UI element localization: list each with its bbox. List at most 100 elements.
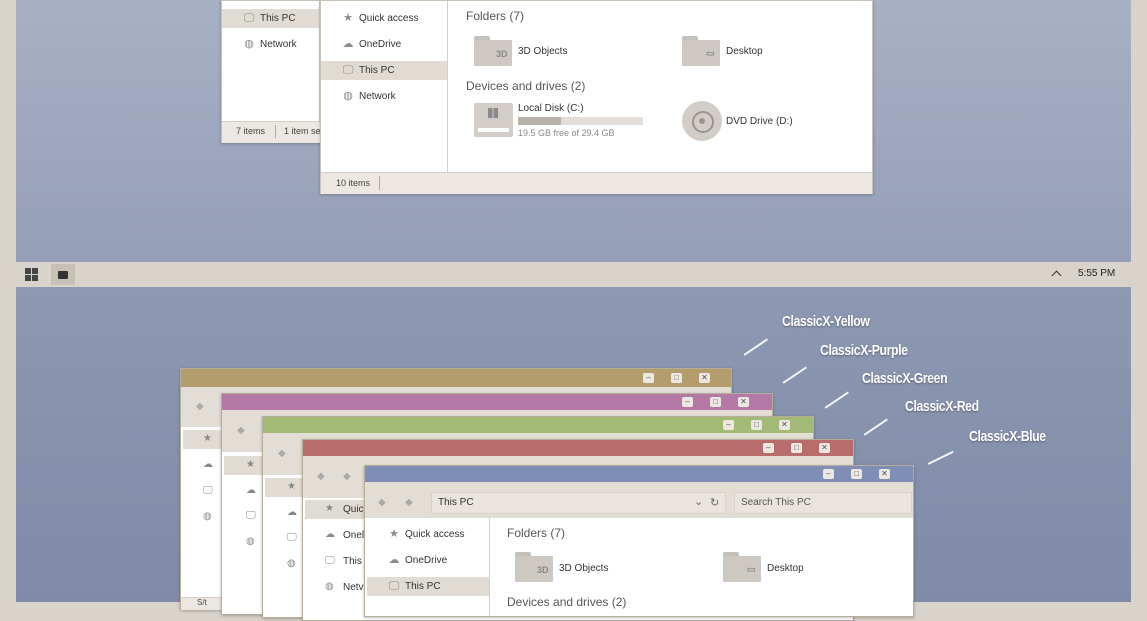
cloud-icon[interactable]: ☁ [246,485,256,496]
folder-icon [58,271,68,279]
nav-item-onedrive[interactable]: ☁ Onel [305,526,365,545]
star-icon: ★ [343,12,353,24]
navigation-pane: ★ Quic ☁ Onel 🖵 This ◍ Netv [305,498,366,618]
title-bar: – □ ✕ [303,440,853,456]
devices-heading: Devices and drives (2) [466,79,586,93]
navigation-pane: ★ Quick access ☁ OneDrive 🖵 This PC [367,518,490,616]
nav-item-quick-access[interactable]: ★ [183,430,221,449]
drive-c-icon[interactable] [474,103,513,137]
search-input[interactable]: Search This PC [734,492,912,514]
back-arrow-icon[interactable]: ◆ [317,471,325,482]
back-arrow-icon[interactable]: ◆ [378,497,386,508]
maximize-button[interactable]: □ [751,420,762,430]
title-bar: – □ ✕ [365,466,913,482]
address-text: This PC [438,497,474,508]
scheme-label-yellow: ClassicX-Yellow [782,313,870,330]
taskbar-explorer-button[interactable] [51,264,75,285]
devices-heading: Devices and drives (2) [507,595,627,609]
cloud-icon: ☁ [325,529,335,540]
close-button[interactable]: ✕ [738,397,749,407]
nav-item-quick-access[interactable]: ★ [265,478,303,497]
nav-item-this-pc[interactable]: 🖵 This PC [367,577,489,596]
title-bar: – □ ✕ [222,394,772,410]
start-button[interactable] [16,262,46,287]
star-icon: ★ [203,433,212,444]
minimize-button[interactable]: – [823,469,834,479]
windows-logo-icon [25,268,38,281]
back-arrow-icon[interactable]: ◆ [196,401,204,412]
nav-item-network[interactable]: ◍ Network [321,87,447,106]
show-hidden-icons-chevron-icon[interactable] [1051,268,1063,281]
back-arrow-icon[interactable]: ◆ [278,448,286,459]
network-icon[interactable]: ◍ [287,558,296,569]
item-count: 7 items [236,126,266,136]
folders-heading: Folders (7) [507,526,566,540]
dvd-drive-label[interactable]: DVD Drive (D:) [726,116,793,127]
cloud-icon[interactable]: ☁ [287,507,297,518]
nav-item-quick-access[interactable]: ★ Quic [305,500,365,519]
nav-item-onedrive[interactable]: ☁ OneDrive [367,551,489,570]
refresh-icon[interactable]: ↻ [710,496,719,509]
scheme-label-red: ClassicX-Red [905,398,979,415]
nav-item-quick-access[interactable]: ★ [224,456,262,475]
title-bar: – □ ✕ [263,417,813,433]
minimize-button[interactable]: – [763,443,774,453]
nav-item-quick-access[interactable]: ★ Quick access [367,525,489,544]
forward-arrow-icon[interactable]: ◆ [405,497,413,508]
star-icon: ★ [325,503,334,514]
cloud-icon[interactable]: ☁ [203,459,213,470]
clock[interactable]: 5:55 PM [1078,268,1115,279]
nav-item-quick-access[interactable]: ★ Quick access [321,9,447,28]
windows-logo-icon [488,108,498,118]
folder-desktop-label[interactable]: Desktop [767,563,804,574]
address-bar[interactable]: This PC ⌄ ↻ [431,492,726,514]
network-icon: ◍ [325,581,334,592]
scheme-label-purple: ClassicX-Purple [820,342,908,359]
search-placeholder: Search This PC [741,497,811,508]
drive-c-label[interactable]: Local Disk (C:) [518,103,584,114]
folder-desktop-icon[interactable]: ▭ [682,36,720,66]
folder-desktop-icon[interactable]: ▭ [723,552,761,582]
folder-3d-objects-label[interactable]: 3D Objects [559,563,608,574]
maximize-button[interactable]: □ [710,397,721,407]
navigation-pane: 🖵 This PC ◍ Network [222,1,320,121]
selection-count: 1 item se [284,126,321,136]
monitor-icon: 🖵 [243,12,255,24]
folder-3d-objects-icon[interactable]: 3D [515,552,553,582]
back-arrow-icon[interactable]: ◆ [237,425,245,436]
nav-item-network[interactable]: ◍ Network [222,35,319,54]
forward-arrow-icon[interactable]: ◆ [343,471,351,482]
maximize-button[interactable]: □ [791,443,802,453]
close-button[interactable]: ✕ [699,373,710,383]
close-button[interactable]: ✕ [779,420,790,430]
folder-desktop-label[interactable]: Desktop [726,46,763,57]
monitor-icon[interactable]: 🖵 [203,485,213,496]
navigation-pane: ★ Quick access ☁ OneDrive 🖵 This PC ◍ Ne… [321,1,448,172]
nav-item-onedrive[interactable]: ☁ OneDrive [321,35,447,54]
nav-item-this-pc[interactable]: 🖵 This PC [222,9,319,28]
folder-3d-objects-label[interactable]: 3D Objects [518,46,567,57]
status-bar: 10 items [321,172,872,194]
maximize-button[interactable]: □ [671,373,682,383]
nav-item-network[interactable]: ◍ Netv [305,578,365,597]
network-icon[interactable]: ◍ [203,511,212,522]
minimize-button[interactable]: – [682,397,693,407]
monitor-icon[interactable]: 🖵 [287,532,297,543]
taskbar: 5:55 PM [16,262,1131,287]
network-icon[interactable]: ◍ [246,536,255,547]
nav-item-this-pc[interactable]: 🖵 This [305,552,365,571]
folder-3d-objects-icon[interactable]: 3D [474,36,512,66]
monitor-icon[interactable]: 🖵 [246,510,256,521]
close-button[interactable]: ✕ [819,443,830,453]
drive-c-usage-bar [518,117,643,125]
minimize-button[interactable]: – [643,373,654,383]
close-button[interactable]: ✕ [879,469,890,479]
minimize-button[interactable]: – [723,420,734,430]
chevron-down-icon[interactable]: ⌄ [694,495,703,508]
title-bar: – □ ✕ [181,369,731,387]
monitor-icon: 🖵 [388,580,400,592]
navigation-pane: ★ ☁ 🖵 ◍ [265,475,304,615]
dvd-drive-icon[interactable] [682,101,722,141]
nav-item-this-pc[interactable]: 🖵 This PC [321,61,447,80]
maximize-button[interactable]: □ [851,469,862,479]
